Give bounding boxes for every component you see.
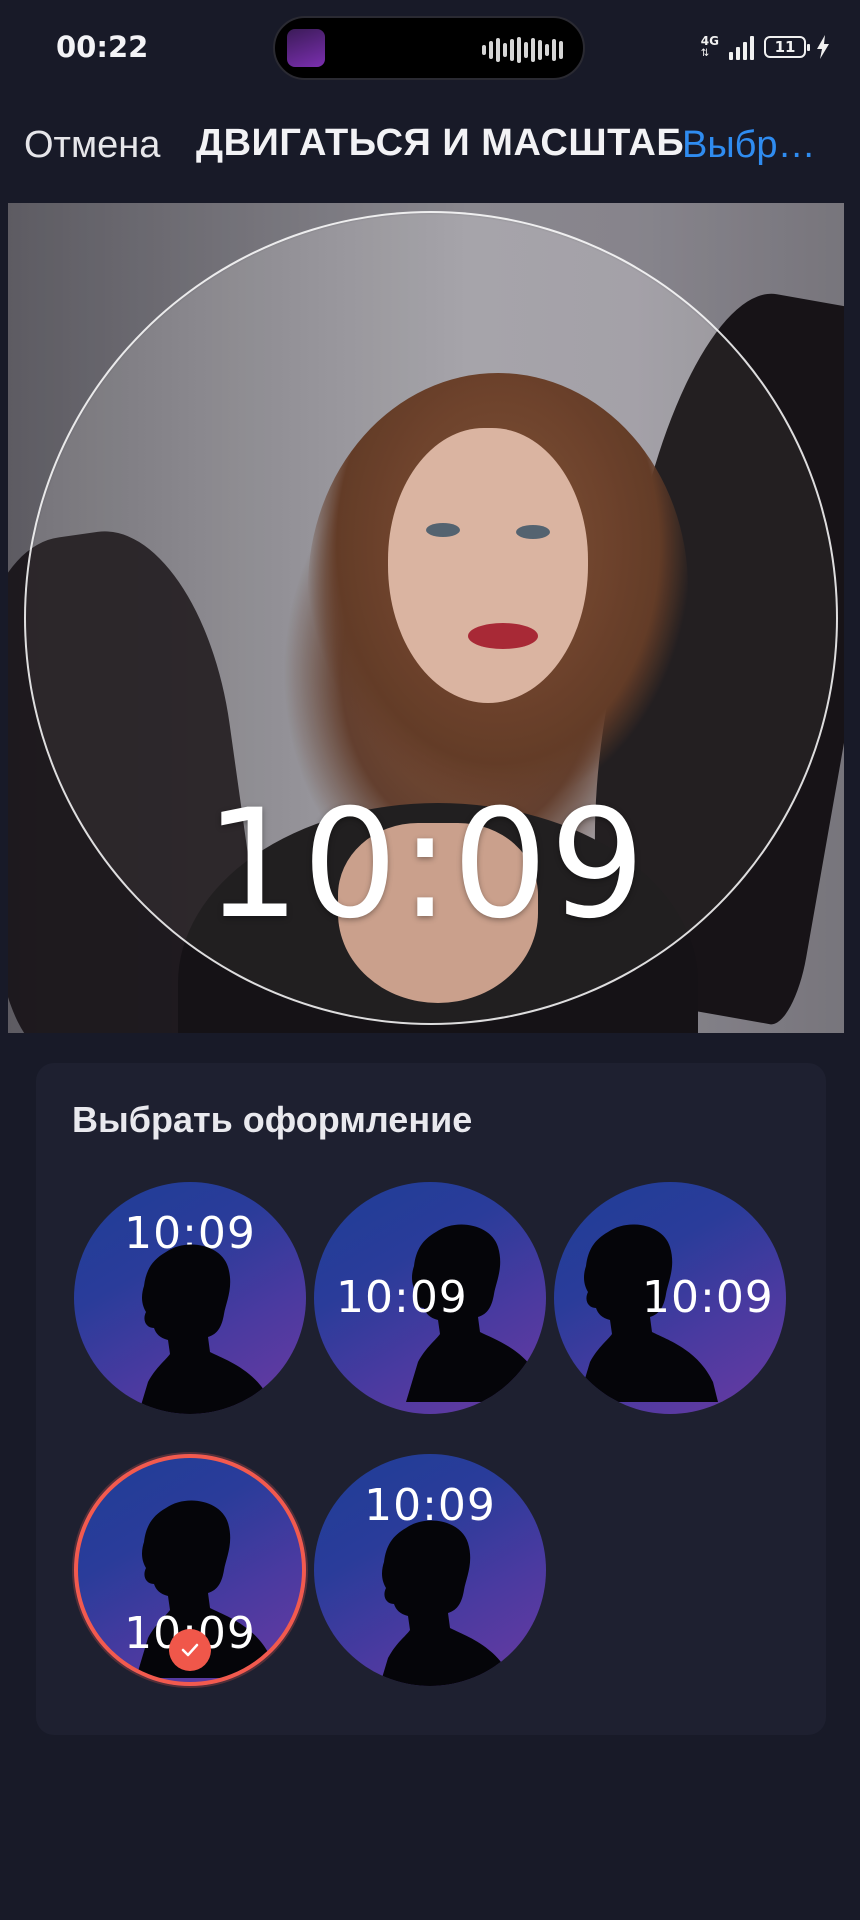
style-panel-title: Выбрать оформление bbox=[72, 1099, 473, 1140]
check-icon bbox=[169, 1629, 211, 1671]
style-option-5[interactable]: 10:09 bbox=[314, 1454, 546, 1686]
photo-crop-area[interactable]: 10:09 bbox=[8, 203, 844, 1033]
person-silhouette-icon bbox=[379, 1520, 513, 1686]
data-arrows-icon: ⇅ bbox=[700, 48, 710, 59]
page-title: ДВИГАТЬСЯ И МАСШТАБ bbox=[196, 122, 685, 164]
signal-icon bbox=[729, 34, 754, 60]
style-option-time: 10:09 bbox=[642, 1272, 774, 1323]
system-icons: 4G ⇅ 11 bbox=[701, 32, 830, 62]
style-option-1[interactable]: 10:09 bbox=[74, 1182, 306, 1414]
network-indicator: 4G ⇅ bbox=[701, 35, 719, 59]
style-option-2[interactable]: 10:09 bbox=[314, 1182, 546, 1414]
style-option-3[interactable]: 10:09 bbox=[554, 1182, 786, 1414]
dynamic-island[interactable] bbox=[273, 16, 585, 80]
person-silhouette-icon bbox=[138, 1244, 274, 1414]
watch-time-preview: 10:09 bbox=[204, 778, 648, 952]
media-app-icon bbox=[287, 29, 325, 67]
audio-wave-icon bbox=[482, 36, 563, 64]
charging-bolt-icon bbox=[817, 35, 829, 59]
status-time: 00:22 bbox=[56, 30, 149, 64]
select-button[interactable]: Выбрать bbox=[682, 124, 832, 167]
network-type: 4G bbox=[700, 34, 719, 48]
style-panel: Выбрать оформление 10:09 10:09 10:09 10:… bbox=[36, 1063, 826, 1735]
cancel-button[interactable]: Отмена bbox=[24, 124, 174, 167]
top-bar: Отмена ДВИГАТЬСЯ И МАСШТАБ Выбрать bbox=[0, 100, 860, 190]
battery-level: 11 bbox=[774, 38, 796, 56]
battery-icon: 11 bbox=[764, 36, 810, 58]
style-option-time: 10:09 bbox=[336, 1272, 468, 1323]
status-bar: 00:22 4G ⇅ 11 bbox=[0, 0, 860, 100]
